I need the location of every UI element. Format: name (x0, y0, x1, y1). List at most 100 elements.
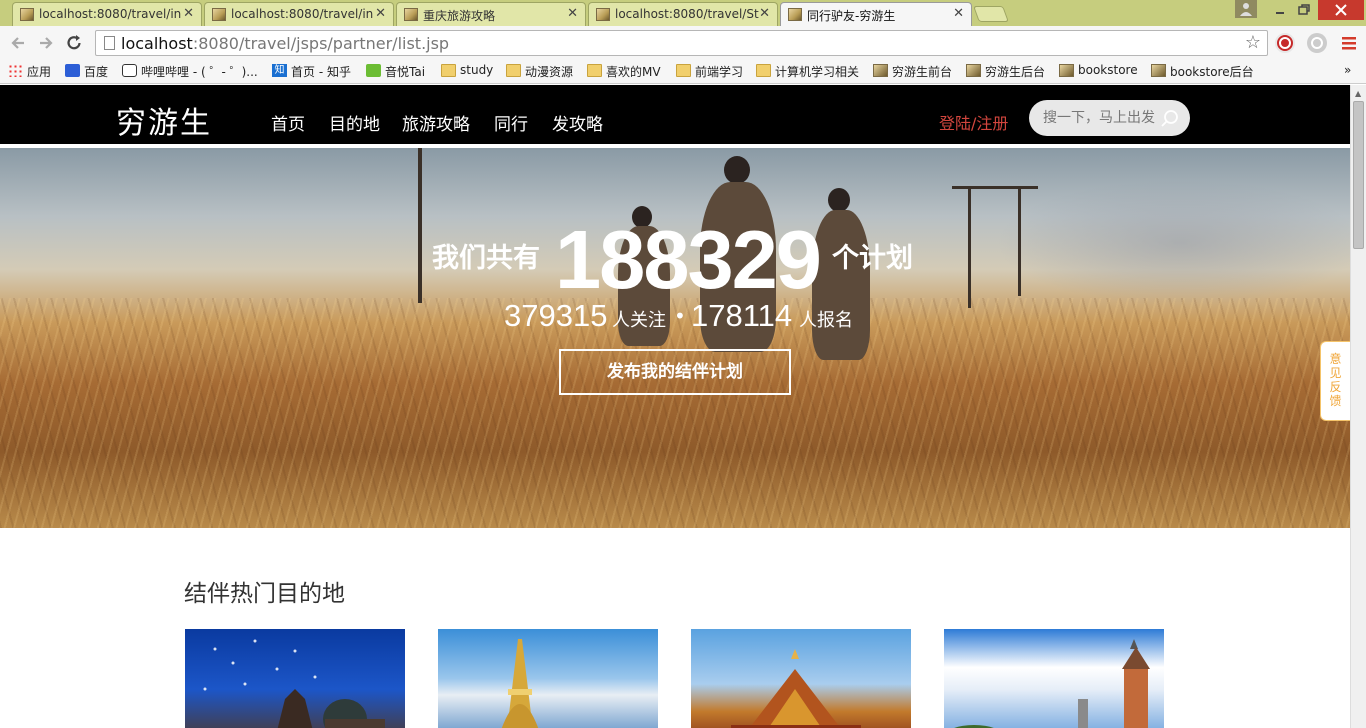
minimize-window-icon[interactable] (1270, 0, 1290, 20)
tab-title: localhost:8080/travel/in (231, 7, 374, 21)
page-icon (104, 36, 115, 50)
close-tab-icon[interactable]: ✕ (183, 6, 194, 21)
bookmarks-overflow-chevron-icon[interactable]: » (1344, 63, 1351, 77)
site-image-icon (873, 64, 888, 77)
yinyuetai-icon (366, 64, 381, 77)
tab-title: localhost:8080/travel/in (39, 7, 182, 21)
bookmark-bilibili[interactable]: 哔哩哔哩 - ( ゜- ゜)... (122, 63, 258, 80)
address-bar[interactable]: localhost:8080/travel/jsps/partner/list.… (95, 30, 1268, 56)
site-favicon-icon (596, 8, 610, 21)
signups-count: 178114 (691, 298, 793, 333)
search-icon[interactable] (1159, 107, 1181, 129)
site-search (1029, 100, 1190, 136)
browser-tab[interactable]: 重庆旅游攻略 ✕ (396, 2, 586, 26)
close-tab-icon[interactable]: ✕ (375, 6, 386, 21)
restore-window-icon[interactable] (1294, 0, 1314, 20)
bookmark-site[interactable]: 穷游生后台 (966, 63, 1045, 80)
destination-card-image[interactable] (185, 629, 405, 728)
page-scrollbar[interactable]: ▲ (1350, 85, 1366, 728)
page-viewport: 穷游生 首页 目的地 旅游攻略 同行 发攻略 登陆/注册 搜一下，马上出发 我们… (0, 85, 1350, 728)
hero-pole-crossbar-image (952, 186, 1038, 189)
close-window-icon[interactable] (1318, 0, 1364, 20)
site-image-icon (1151, 64, 1166, 77)
hero-post-text: 个计划 (832, 243, 913, 274)
search-input[interactable] (1043, 107, 1161, 129)
site-favicon-icon (20, 8, 34, 21)
nav-home[interactable]: 首页 (271, 110, 305, 135)
tab-title: 重庆旅游攻略 (423, 9, 496, 23)
apps-grid-icon (8, 64, 23, 77)
bookmark-site[interactable]: 穷游生前台 (873, 63, 952, 80)
forward-arrow-icon[interactable] (36, 33, 56, 58)
site-logo[interactable]: 穷游生 (116, 98, 212, 142)
extension-icon[interactable] (1307, 33, 1327, 53)
bookmark-yinyuetai[interactable]: 音悦Tai (366, 63, 425, 80)
signups-label: 人报名 (799, 310, 853, 331)
browser-tab-active[interactable]: 同行驴友-穷游生 ✕ (780, 2, 972, 26)
destination-card-image[interactable] (944, 629, 1164, 728)
site-image-icon (966, 64, 981, 77)
destination-card-image[interactable] (691, 629, 911, 728)
bookmark-folder[interactable]: 动漫资源 (506, 63, 573, 80)
bookmark-site[interactable]: bookstore后台 (1151, 63, 1254, 80)
browser-tab-strip: localhost:8080/travel/in ✕ localhost:808… (0, 0, 1366, 26)
section-title: 结伴热门目的地 (184, 581, 345, 607)
bookmark-baidu[interactable]: 百度 (65, 63, 108, 80)
folder-icon (587, 64, 602, 77)
browser-tab[interactable]: localhost:8080/travel/in ✕ (204, 2, 394, 26)
publish-plan-button[interactable]: 发布我的结伴计划 (559, 349, 791, 395)
close-tab-icon[interactable]: ✕ (759, 6, 770, 21)
bookmark-folder[interactable]: 前端学习 (676, 63, 743, 80)
scrollbar-thumb[interactable] (1353, 101, 1364, 249)
stats-separator: • (674, 304, 686, 328)
folder-icon (756, 64, 771, 77)
folder-icon (676, 64, 691, 77)
nav-travel-guides[interactable]: 旅游攻略 (402, 110, 470, 135)
site-favicon-icon (788, 8, 802, 21)
user-profile-icon[interactable] (1235, 0, 1257, 18)
back-arrow-icon[interactable] (8, 33, 28, 58)
bookmark-apps[interactable]: 应用 (8, 63, 51, 80)
hero-banner: 我们共有 188329 个计划 379315 人关注 • 178114 人报名 … (0, 148, 1350, 528)
hero-pre-text: 我们共有 (432, 243, 540, 274)
bilibili-tv-icon (122, 64, 137, 77)
destination-card-image[interactable] (438, 629, 658, 728)
reload-icon[interactable] (64, 33, 84, 58)
new-tab-button[interactable] (973, 6, 1009, 22)
followers-label: 人关注 (612, 310, 666, 331)
nav-post-guide[interactable]: 发攻略 (552, 110, 603, 135)
bookmark-folder[interactable]: 喜欢的MV (587, 63, 661, 80)
site-favicon-icon (212, 8, 226, 21)
bookmark-folder[interactable]: 计算机学习相关 (756, 63, 859, 80)
adblock-extension-icon[interactable] (1275, 33, 1295, 53)
zhihu-icon: 知 (272, 64, 287, 77)
tab-title: 同行驴友-穷游生 (807, 9, 896, 23)
browser-tab[interactable]: localhost:8080/travel/in ✕ (12, 2, 202, 26)
bookmark-star-icon[interactable]: ☆ (1245, 32, 1261, 53)
site-image-icon (1059, 64, 1074, 77)
browser-tab[interactable]: localhost:8080/travel/St ✕ (588, 2, 778, 26)
bookmark-zhihu[interactable]: 知首页 - 知乎 (272, 63, 351, 80)
folder-icon (506, 64, 521, 77)
close-tab-icon[interactable]: ✕ (953, 6, 964, 21)
hero-person-image (724, 156, 750, 184)
followers-count: 379315 (504, 298, 608, 333)
chrome-menu-icon[interactable] (1340, 33, 1360, 53)
tab-title: localhost:8080/travel/St (615, 7, 759, 21)
site-favicon-icon (404, 8, 418, 21)
nav-partners[interactable]: 同行 (494, 110, 528, 135)
hero-person-image (828, 188, 850, 212)
bookmarks-bar: 应用 百度 哔哩哔哩 - ( ゜- ゜)... 知首页 - 知乎 音悦Tai s… (0, 60, 1366, 84)
close-tab-icon[interactable]: ✕ (567, 6, 578, 21)
bookmark-folder[interactable]: study (441, 63, 493, 77)
login-register-link[interactable]: 登陆/注册 (939, 110, 1008, 134)
bookmark-site[interactable]: bookstore (1059, 63, 1138, 77)
plan-count: 188329 (555, 213, 822, 306)
feedback-tab[interactable]: 意见反馈 (1320, 341, 1350, 421)
scroll-up-arrow-icon[interactable]: ▲ (1355, 89, 1361, 98)
site-header: 穷游生 首页 目的地 旅游攻略 同行 发攻略 登陆/注册 (0, 85, 1350, 146)
url-text[interactable]: localhost:8080/travel/jsps/partner/list.… (121, 34, 449, 53)
baidu-paw-icon (65, 64, 80, 77)
folder-icon (441, 64, 456, 77)
nav-destinations[interactable]: 目的地 (329, 110, 380, 135)
